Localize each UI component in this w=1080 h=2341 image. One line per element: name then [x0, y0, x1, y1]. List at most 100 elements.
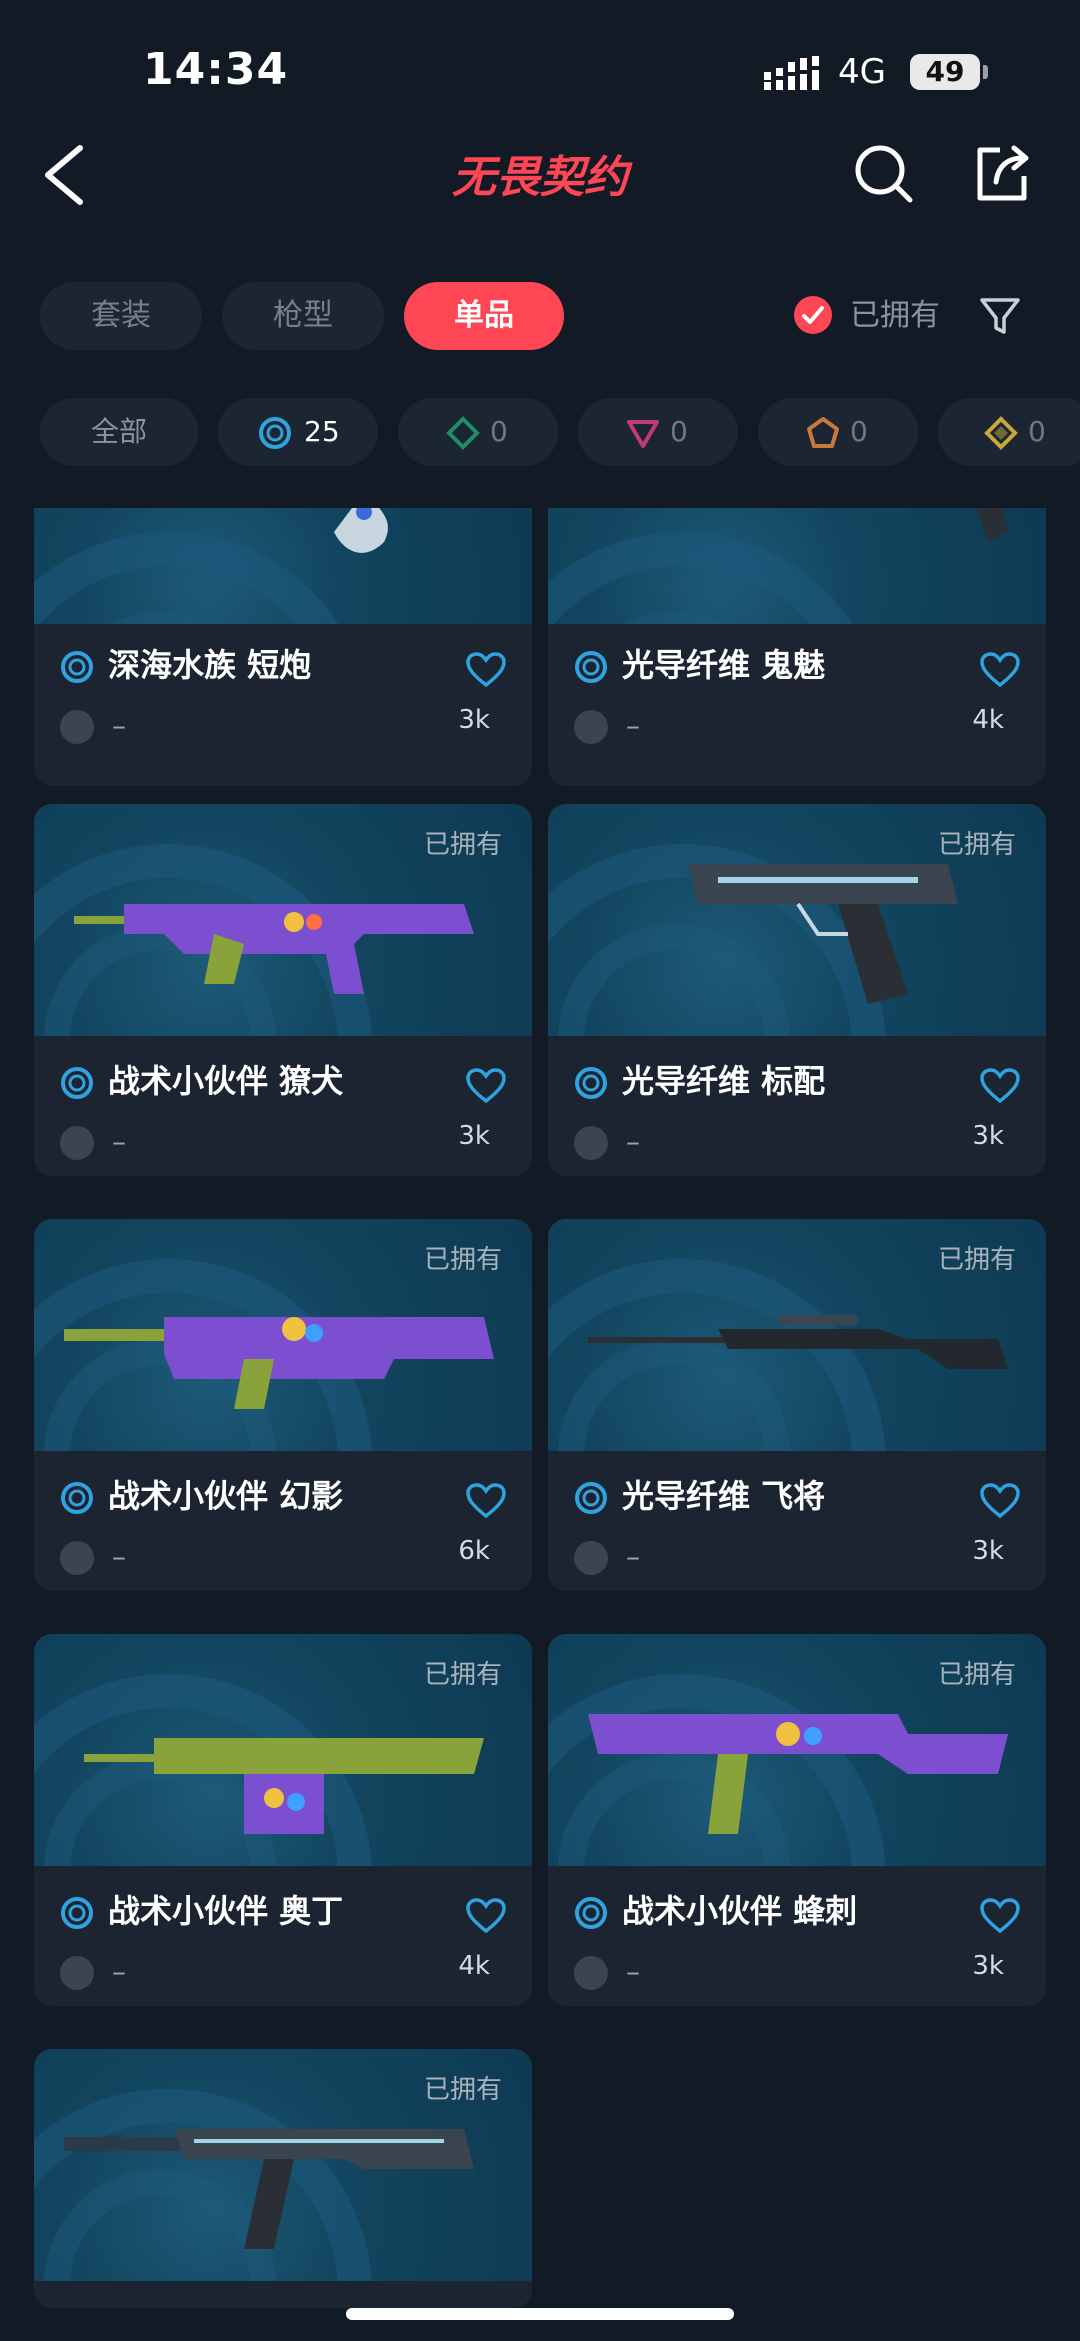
chip-tier-green[interactable]: 0: [398, 398, 558, 466]
skin-image: [34, 508, 532, 624]
signal-icon: [764, 56, 819, 90]
tier-blue-icon: [259, 417, 291, 449]
skin-name: 战术小伙伴 奥丁: [108, 1892, 344, 1930]
skin-status: –: [112, 1540, 126, 1573]
skin-grid: 深海水族 短炮 – 3k 光导纤维 鬼魅 – 4k 已拥有 战术小伙伴 獠犬 –…: [0, 508, 1080, 2308]
skin-card[interactable]: 已拥有 战术小伙伴 蜂刺 – 3k: [548, 1634, 1046, 2006]
battery-indicator: 49: [910, 54, 980, 90]
weapon-image: [688, 864, 958, 1004]
skin-image: [548, 508, 1046, 624]
chip-tier-blue-count: 25: [304, 415, 340, 448]
skin-card[interactable]: 深海水族 短炮 – 3k: [34, 508, 532, 786]
status-icon: [574, 1126, 608, 1160]
chip-tier-pink-count: 0: [670, 415, 688, 448]
skin-status: –: [112, 1955, 126, 1988]
status-icon: [60, 1541, 94, 1575]
skin-name: 深海水族 短炮: [108, 646, 312, 684]
owned-filter-label[interactable]: 已拥有: [850, 296, 940, 336]
owned-tag: 已拥有: [937, 1245, 1016, 1275]
app-logo: 无畏契约: [420, 140, 660, 212]
tier-blue-icon: [61, 1897, 93, 1929]
funnel-icon[interactable]: [978, 294, 1022, 338]
heart-icon[interactable]: [466, 1068, 506, 1104]
skin-status: –: [112, 1125, 126, 1158]
weapon-image: [976, 508, 1008, 542]
chip-all[interactable]: 全部: [40, 398, 198, 466]
heart-icon[interactable]: [980, 652, 1020, 688]
checkmark-icon: [802, 306, 824, 324]
tab-single-items[interactable]: 单品: [404, 282, 564, 350]
weapon-image: [588, 1315, 1008, 1369]
weapon-image: [334, 508, 388, 553]
status-icon: [60, 710, 94, 744]
tab-weapon-types[interactable]: 枪型: [222, 282, 384, 350]
heart-icon[interactable]: [980, 1068, 1020, 1104]
owned-tag: 已拥有: [423, 830, 502, 860]
status-time: 14:34: [143, 44, 289, 95]
tier-blue-icon: [61, 1067, 93, 1099]
back-button[interactable]: [36, 140, 96, 210]
share-icon[interactable]: [970, 142, 1034, 206]
skin-card[interactable]: 已拥有 战术小伙伴 幻影 – 6k: [34, 1219, 532, 1591]
status-icon: [60, 1956, 94, 1990]
heart-icon[interactable]: [466, 652, 506, 688]
like-count: 3k: [972, 1951, 1004, 1981]
battery-tip: [983, 65, 988, 79]
heart-icon[interactable]: [980, 1483, 1020, 1519]
tab-suits[interactable]: 套装: [40, 282, 202, 350]
heart-icon[interactable]: [980, 1898, 1020, 1934]
heart-icon[interactable]: [466, 1898, 506, 1934]
skin-card[interactable]: 已拥有 光导纤维 飞将 – 3k: [548, 1219, 1046, 1591]
rarity-filter-bar: 全部 25 0 0 0 0: [40, 398, 1080, 468]
status-icon: [574, 710, 608, 744]
chip-tier-orange-count: 0: [850, 415, 868, 448]
like-count: 3k: [458, 705, 490, 735]
skin-image: 已拥有: [548, 804, 1046, 1036]
home-indicator[interactable]: [346, 2308, 734, 2320]
tier-blue-icon: [575, 1897, 607, 1929]
tier-blue-icon: [575, 1482, 607, 1514]
owned-tag: 已拥有: [423, 1660, 502, 1690]
logo-mark: 无畏契约: [452, 152, 633, 203]
like-count: 4k: [458, 1951, 490, 1981]
page-title: 无畏契约: [452, 152, 633, 203]
skin-name: 战术小伙伴 獠犬: [108, 1062, 344, 1100]
chip-tier-blue[interactable]: 25: [218, 398, 378, 466]
skin-image: 已拥有: [548, 1219, 1046, 1451]
chip-tier-orange[interactable]: 0: [758, 398, 918, 466]
search-icon[interactable]: [852, 142, 916, 206]
tier-blue-icon: [575, 1067, 607, 1099]
skin-card[interactable]: 已拥有 战术小伙伴 獠犬 – 3k: [34, 804, 532, 1176]
like-count: 3k: [972, 1121, 1004, 1151]
skin-image: 已拥有: [34, 2049, 532, 2281]
weapon-image: [588, 1714, 1008, 1834]
owned-tag: 已拥有: [423, 2075, 502, 2105]
chip-tier-pink[interactable]: 0: [578, 398, 738, 466]
skin-card[interactable]: 已拥有 光导纤维 标配 – 3k: [548, 804, 1046, 1176]
like-count: 4k: [972, 705, 1004, 735]
skin-status: –: [626, 709, 640, 742]
network-type: 4G: [838, 52, 886, 92]
skin-card[interactable]: 光导纤维 鬼魅 – 4k: [548, 508, 1046, 786]
tier-blue-icon: [575, 651, 607, 683]
skin-card[interactable]: 已拥有: [34, 2049, 532, 2308]
weapon-image: [74, 904, 474, 994]
skin-image: 已拥有: [34, 804, 532, 1036]
chip-tier-gold[interactable]: 0: [938, 398, 1080, 466]
tier-orange-icon: [807, 417, 839, 448]
weapon-image: [64, 2129, 474, 2249]
weapon-image: [64, 1317, 494, 1409]
like-count: 3k: [458, 1121, 490, 1151]
heart-icon[interactable]: [466, 1483, 506, 1519]
skin-card[interactable]: 已拥有 战术小伙伴 奥丁 – 4k: [34, 1634, 532, 2006]
skin-status: –: [626, 1955, 640, 1988]
owned-checkbox[interactable]: [794, 296, 832, 334]
skin-image: 已拥有: [34, 1219, 532, 1451]
skin-status: –: [112, 709, 126, 742]
skin-status: –: [626, 1125, 640, 1158]
skin-status: –: [626, 1540, 640, 1573]
status-bar: 14:34 4G 49: [0, 0, 1080, 130]
status-icon: [60, 1126, 94, 1160]
weapon-image: [84, 1738, 484, 1834]
skin-name: 光导纤维 鬼魅: [622, 646, 826, 684]
